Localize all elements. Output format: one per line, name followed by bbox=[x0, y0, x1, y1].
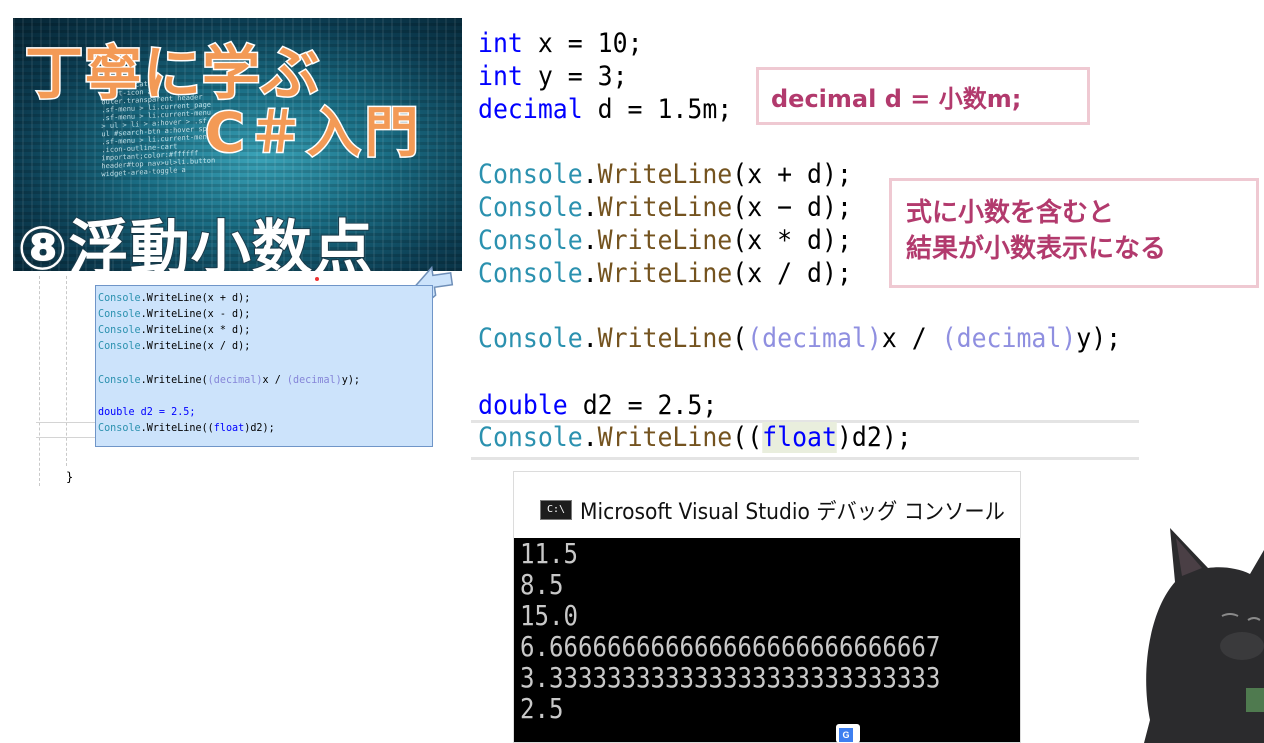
closing-brace: } bbox=[66, 470, 74, 484]
code-line-double-d2: double d2 = 2.5; bbox=[478, 390, 718, 421]
code-line-int-x: int x = 10; bbox=[478, 28, 643, 59]
console-output-line: 2.5 bbox=[520, 692, 564, 725]
code-line-decimal-d: decimal d = 1.5m; bbox=[478, 94, 733, 125]
annotation-decimal-literal: decimal d = 小数m; bbox=[756, 67, 1090, 125]
code-line-writeline-div: Console.WriteLine(x / d); bbox=[478, 258, 852, 289]
code-line-int-y: int y = 3; bbox=[478, 61, 628, 92]
indent-guide bbox=[39, 276, 40, 486]
annotation-line: 式に小数を含むと bbox=[906, 198, 1115, 228]
cursor-marker bbox=[315, 277, 319, 281]
video-title-thumbnail: .tb-indicator .cart-icon a outer.transpa… bbox=[13, 18, 462, 271]
code-line: Console.WriteLine(x / d); bbox=[98, 339, 251, 352]
console-output-line: 8.5 bbox=[520, 568, 564, 601]
code-editor-selection[interactable]: Console.WriteLine(x + d); Console.WriteL… bbox=[95, 285, 433, 447]
console-titlebar[interactable]: C:\ Microsoft Visual Studio デバッグ コンソール bbox=[514, 472, 1020, 538]
debug-console-window[interactable]: C:\ Microsoft Visual Studio デバッグ コンソール 1… bbox=[513, 471, 1021, 743]
code-line: Console.WriteLine((decimal)x / (decimal)… bbox=[98, 373, 361, 386]
cat-avatar-icon bbox=[1144, 528, 1264, 743]
console-output: 11.5 8.5 15.0 6.666666666666666666666666667… bbox=[520, 538, 940, 724]
console-output-line: 6.666666666666666666666666667 bbox=[520, 630, 941, 663]
console-output-line: 3.333333333333333333333333333 bbox=[520, 661, 941, 694]
code-line-float-cast: Console.WriteLine((float)d2); bbox=[478, 422, 912, 453]
console-output-line: 15.0 bbox=[520, 599, 578, 632]
code-line: Console.WriteLine((float)d2); bbox=[98, 421, 275, 434]
code-line-writeline-add: Console.WriteLine(x + d); bbox=[478, 159, 852, 190]
code-line: Console.WriteLine(x - d); bbox=[98, 307, 251, 320]
console-title: Microsoft Visual Studio デバッグ コンソール bbox=[580, 500, 1005, 525]
code-line: Console.WriteLine(x * d); bbox=[98, 323, 251, 336]
code-line-writeline-mul: Console.WriteLine(x * d); bbox=[478, 225, 852, 256]
translate-icon[interactable]: G bbox=[836, 724, 860, 743]
thumbnail-title-line2: C＃入門 bbox=[204, 100, 423, 166]
code-line-writeline-sub: Console.WriteLine(x − d); bbox=[478, 192, 852, 223]
console-output-line: 11.5 bbox=[520, 537, 578, 570]
annotation-line: 結果が小数表示になる bbox=[906, 234, 1167, 264]
console-app-icon: C:\ bbox=[540, 500, 572, 520]
code-line-cast-divide: Console.WriteLine((decimal)x / (decimal)… bbox=[478, 323, 1122, 354]
thumbnail-episode-title: ⑧浮動小数点 bbox=[16, 213, 374, 271]
annotation-decimal-result: 式に小数を含むと 結果が小数表示になる bbox=[889, 178, 1259, 288]
code-line: Console.WriteLine(x + d); bbox=[98, 291, 251, 304]
code-line: double d2 = 2.5; bbox=[98, 405, 196, 418]
